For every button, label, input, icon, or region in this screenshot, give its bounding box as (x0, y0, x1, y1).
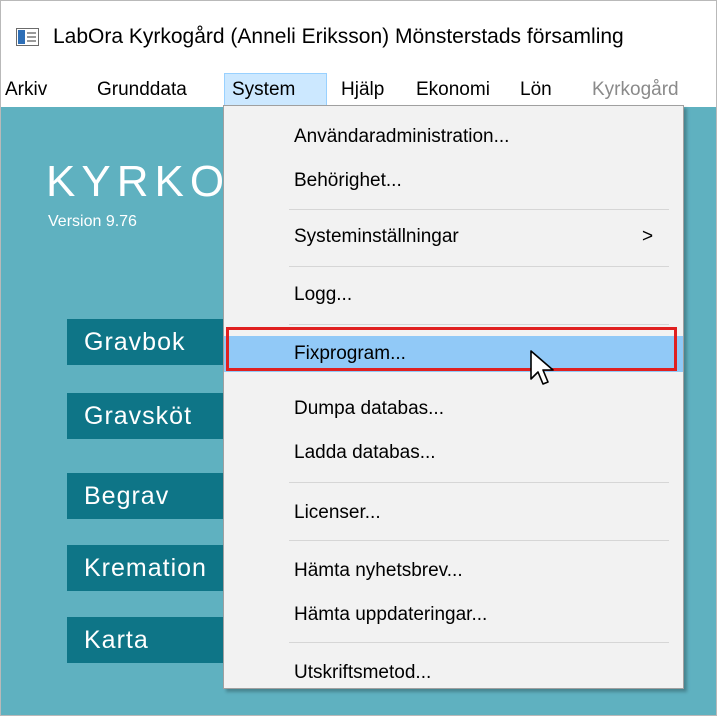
menu-bar: Arkiv Grunddata System Hjälp Ekonomi Lön… (1, 73, 716, 107)
menu-system[interactable]: System (224, 73, 327, 107)
gravbok-button[interactable]: Gravbok (67, 319, 247, 365)
menu-ekonomi[interactable]: Ekonomi (416, 73, 490, 107)
title-bar: LabOra Kyrkogård (Anneli Eriksson) Mönst… (1, 1, 716, 73)
menu-separator (289, 324, 669, 325)
begrav-button[interactable]: Begrav (67, 473, 247, 519)
menu-item-dumpa-databas[interactable]: Dumpa databas... (224, 392, 683, 426)
gravskotsel-button[interactable]: Gravsköt (67, 393, 247, 439)
menu-grunddata[interactable]: Grunddata (97, 73, 187, 107)
menu-item-hamta-nyhetsbrev[interactable]: Hämta nyhetsbrev... (224, 554, 683, 588)
menu-kyrkogard: Kyrkogård (592, 79, 679, 100)
mouse-cursor-icon (530, 350, 554, 385)
menu-item-licenser[interactable]: Licenser... (224, 496, 683, 530)
version-label: Version 9.76 (48, 213, 137, 230)
menu-separator (289, 266, 669, 267)
menu-item-label: Dumpa databas... (294, 398, 444, 419)
menu-lon[interactable]: Lön (520, 73, 552, 107)
menu-item-utskriftsmetod[interactable]: Utskriftsmetod... (224, 656, 683, 690)
menu-item-label: Logg... (294, 284, 353, 305)
menu-item-label: Utskriftsmetod... (294, 662, 432, 683)
window-title: LabOra Kyrkogård (Anneli Eriksson) Mönst… (53, 25, 624, 48)
app-window: LabOra Kyrkogård (Anneli Eriksson) Mönst… (0, 0, 717, 716)
menu-separator (289, 642, 669, 643)
karta-button[interactable]: Karta (67, 617, 247, 663)
menu-hjalp[interactable]: Hjälp (341, 73, 384, 107)
menu-separator (289, 540, 669, 541)
menu-item-label: Licenser... (294, 502, 381, 523)
menu-item-anvandaradministration[interactable]: Användaradministration... (224, 120, 683, 154)
menu-item-logg[interactable]: Logg... (224, 278, 683, 312)
menu-separator (289, 482, 669, 483)
highlight-annotation-box (226, 327, 677, 371)
menu-item-label: Hämta uppdateringar... (294, 604, 488, 625)
menu-separator (289, 209, 669, 210)
menu-item-hamta-uppdateringar[interactable]: Hämta uppdateringar... (224, 598, 683, 632)
app-logo: KYRKO (46, 157, 231, 206)
menu-item-systeminstallningar[interactable]: Systeminställningar > (224, 220, 683, 254)
app-window-icon[interactable] (16, 28, 39, 46)
menu-item-ladda-databas[interactable]: Ladda databas... (224, 436, 683, 470)
menu-item-label: Ladda databas... (294, 442, 436, 463)
kremation-button[interactable]: Kremation (67, 545, 247, 591)
menu-arkiv[interactable]: Arkiv (5, 73, 47, 107)
submenu-chevron-icon: > (642, 226, 654, 247)
menu-item-label: Systeminställningar (294, 226, 459, 247)
menu-item-label: Behörighet... (294, 170, 402, 191)
menu-item-label: Användaradministration... (294, 126, 510, 147)
menu-item-behorighet[interactable]: Behörighet... (224, 164, 683, 198)
system-dropdown-menu: Användaradministration... Behörighet... … (223, 105, 684, 689)
menu-item-label: Hämta nyhetsbrev... (294, 560, 463, 581)
